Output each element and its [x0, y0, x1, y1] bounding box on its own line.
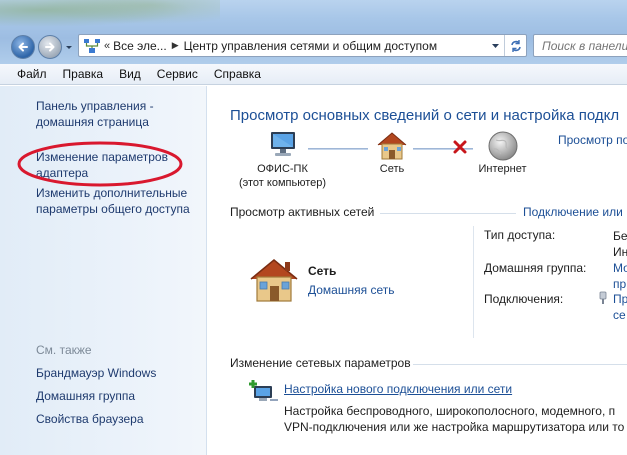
menu-tools[interactable]: Сервис — [149, 67, 206, 81]
advanced-sharing-settings-link[interactable]: Изменить дополнительные параметры общего… — [36, 185, 204, 217]
home-network-icon — [377, 132, 407, 160]
red-highlight-oval — [17, 141, 183, 187]
page-title: Просмотр основных сведений о сети и наст… — [230, 107, 620, 124]
network-center-icon — [84, 38, 100, 53]
active-network-entry: Сеть Домашняя сеть — [248, 256, 448, 306]
home-network-icon — [250, 259, 298, 302]
section-divider — [413, 364, 627, 365]
connect-or-disconnect-link[interactable]: Подключение или — [523, 205, 623, 219]
active-networks-heading: Просмотр активных сетей — [230, 205, 375, 219]
breadcrumb-network-center[interactable]: Центр управления сетями и общим доступом — [184, 39, 438, 53]
desktop-background — [0, 0, 220, 30]
network-map: ОФИС-ПК (этот компьютер) Сеть Интернет — [230, 130, 560, 200]
task-desc-line-2: VPN-подключения или же настройка маршрут… — [284, 420, 625, 434]
internet-label: Интернет — [478, 163, 527, 175]
access-type-value: Бе Ин — [613, 229, 627, 259]
network-label: Сеть — [379, 163, 405, 175]
recent-pages-dropdown-icon[interactable] — [64, 40, 74, 54]
network-type-link[interactable]: Домашняя сеть — [308, 283, 394, 297]
forward-arrow-icon — [45, 42, 55, 52]
homegroup-label: Домашняя группа: — [484, 261, 587, 275]
map-node-network[interactable]: Сеть — [367, 130, 417, 176]
control-panel-home-link[interactable]: Панель управления - домашняя страница — [36, 98, 204, 130]
section-divider — [380, 213, 516, 214]
connection-error-icon — [453, 140, 467, 154]
back-button[interactable] — [11, 35, 35, 59]
map-node-internet[interactable]: Интернет — [470, 130, 535, 176]
homegroup-link[interactable]: Домашняя группа — [36, 389, 135, 403]
setup-new-connection-link[interactable]: Настройка нового подключения или сети — [284, 382, 512, 396]
vertical-divider — [473, 226, 474, 338]
computer-sub: (этот компьютер) — [238, 177, 327, 189]
back-arrow-icon — [18, 42, 28, 52]
homegroup-value-link[interactable]: Мо пр — [613, 260, 627, 292]
menu-view[interactable]: Вид — [111, 67, 149, 81]
access-type-label: Тип доступа: — [484, 228, 556, 242]
breadcrumb-all-items[interactable]: Все эле... — [113, 39, 167, 53]
map-node-computer[interactable]: ОФИС-ПК (этот компьютер) — [230, 130, 335, 190]
setup-new-connection-description: Настройка беспроводного, широкополосного… — [284, 403, 624, 435]
menu-edit[interactable]: Правка — [55, 67, 112, 81]
view-full-map-link[interactable]: Просмотр полн — [558, 133, 627, 147]
search-box[interactable] — [533, 34, 627, 57]
address-dropdown-icon[interactable] — [491, 42, 500, 50]
see-also-heading: См. также — [36, 343, 92, 357]
menu-bar: Файл Правка Вид Сервис Справка — [0, 64, 627, 85]
internet-globe-icon — [488, 131, 517, 161]
computer-icon — [270, 132, 295, 156]
breadcrumb-separator-icon[interactable]: ▶ — [172, 40, 179, 51]
address-bar[interactable]: « Все эле... ▶ Центр управления сетями и… — [78, 34, 527, 57]
search-input[interactable] — [534, 35, 627, 56]
task-desc-line-1: Настройка беспроводного, широкополосного… — [284, 404, 616, 418]
connections-label: Подключения: — [484, 292, 564, 306]
connection-value-link[interactable]: Пр се — [613, 291, 627, 323]
new-connection-icon — [249, 380, 278, 401]
refresh-icon — [510, 39, 521, 52]
left-nav-pane: Панель управления - домашняя страница Из… — [0, 86, 207, 455]
main-content: Просмотр основных сведений о сети и наст… — [208, 86, 627, 455]
windows-firewall-link[interactable]: Брандмауэр Windows — [36, 366, 156, 380]
overflow-chevron[interactable]: « — [104, 40, 110, 52]
active-network-name: Сеть — [308, 264, 337, 278]
internet-options-link[interactable]: Свойства браузера — [36, 412, 144, 426]
ethernet-plug-icon — [599, 291, 607, 304]
menu-help[interactable]: Справка — [206, 67, 269, 81]
forward-button[interactable] — [38, 35, 62, 59]
computer-name: ОФИС-ПК — [257, 163, 308, 175]
refresh-button[interactable] — [504, 35, 526, 56]
change-settings-heading: Изменение сетевых параметров — [230, 356, 411, 370]
title-bar: « Все эле... ▶ Центр управления сетями и… — [0, 0, 627, 64]
menu-file[interactable]: Файл — [0, 67, 55, 81]
